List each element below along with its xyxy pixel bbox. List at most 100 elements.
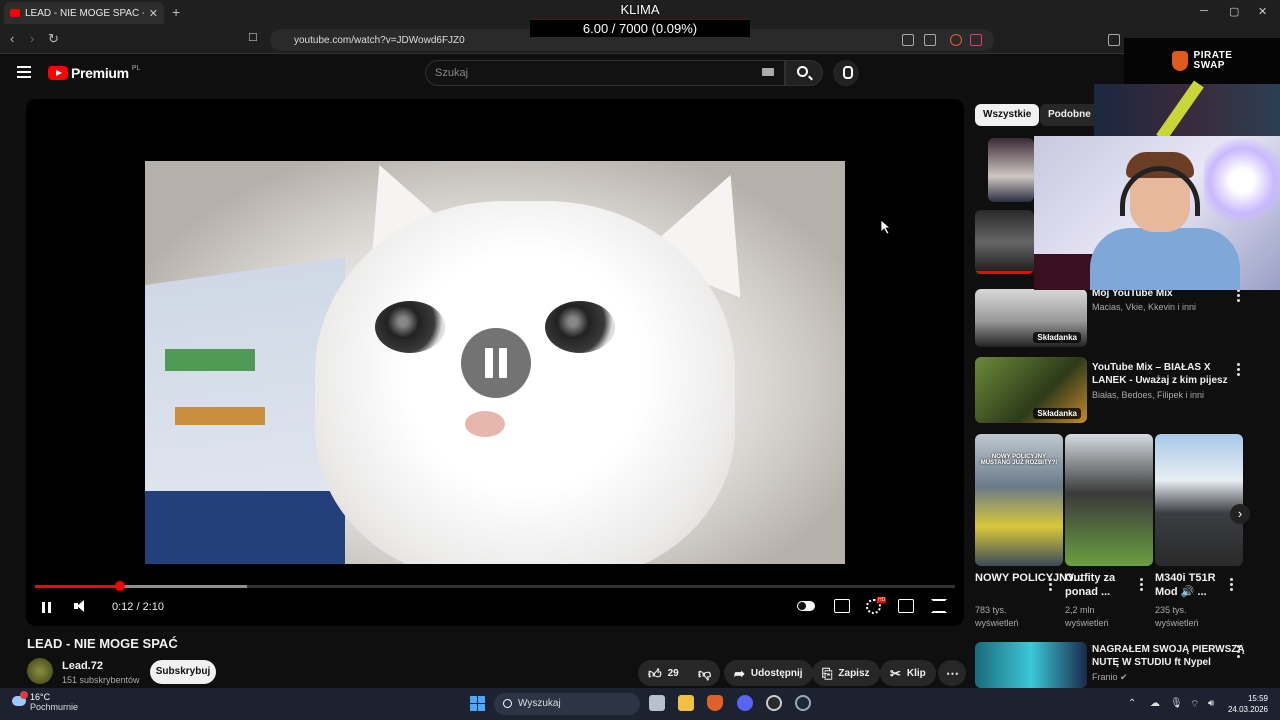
clip-button[interactable]: ✂ Klip — [880, 660, 936, 686]
steam-icon[interactable] — [795, 695, 811, 711]
short-title-line2[interactable]: Mod 🔊 ... — [1155, 586, 1207, 599]
short-title-line1[interactable]: Outfity za — [1065, 572, 1115, 585]
keyboard-icon[interactable] — [762, 68, 774, 76]
more-vert-icon[interactable] — [1237, 363, 1240, 378]
maximize-button[interactable]: ▢ — [1229, 5, 1239, 18]
wifi-icon[interactable]: ⌔ — [1190, 698, 1199, 711]
save-button[interactable]: ⎘ Zapisz — [812, 660, 880, 686]
save-label: Zapisz — [838, 667, 870, 679]
screen-bar-graphic — [165, 349, 255, 371]
short-thumbnail[interactable] — [1065, 434, 1153, 566]
search-button[interactable] — [785, 60, 823, 86]
brave-rewards-icon[interactable] — [970, 34, 982, 46]
scrubber-handle[interactable] — [114, 581, 125, 591]
weather-cloud-icon — [12, 691, 28, 706]
youtube-premium-logo[interactable]: Premium PL — [48, 65, 140, 81]
cast-icon[interactable] — [902, 34, 914, 46]
more-vert-icon[interactable] — [1140, 578, 1143, 593]
voice-search-button[interactable] — [833, 60, 859, 86]
klima-title: KLIMA — [620, 2, 660, 17]
channel-avatar[interactable] — [27, 658, 53, 684]
more-vert-icon[interactable] — [1049, 578, 1052, 593]
video-title-line2[interactable]: NUTĘ W STUDIU ft Nypel — [1092, 656, 1211, 669]
obs-icon[interactable] — [766, 695, 782, 711]
back-icon[interactable]: ‹ — [10, 31, 14, 46]
thumbs-up-icon: 👍︎ — [648, 665, 662, 681]
weather-widget[interactable]: 16°C Pochmurnie — [12, 691, 78, 712]
tray-overflow-icon[interactable]: ⌃ — [1128, 698, 1136, 709]
brave-browser-icon[interactable] — [707, 695, 723, 711]
theater-mode-icon[interactable] — [898, 599, 914, 613]
video-player[interactable]: 0:12 / 2:10 HD — [26, 99, 964, 626]
progress-bar[interactable] — [35, 581, 955, 591]
video-thumbnail[interactable] — [975, 642, 1087, 688]
file-explorer-icon[interactable] — [678, 695, 694, 711]
subscribe-button[interactable]: Subskrybuj — [150, 660, 216, 684]
hamburger-menu-icon[interactable] — [17, 66, 31, 81]
tab-close-icon[interactable]: ✕ — [149, 7, 158, 20]
thumbs-down-icon: 👎︎ — [698, 665, 712, 681]
share-button[interactable]: ➦ Udostępnij — [724, 660, 813, 686]
short-thumbnail[interactable] — [1155, 434, 1243, 566]
mix-title-line2[interactable]: LANEK - Uważaj z kim pijesz — [1092, 374, 1228, 387]
chip-all[interactable]: Wszystkie — [975, 104, 1040, 126]
speaker-icon[interactable]: 🔊︎ — [1208, 698, 1214, 709]
subtitles-icon[interactable] — [834, 599, 850, 613]
close-window-button[interactable]: ✕ — [1258, 5, 1267, 18]
taskbar-search[interactable]: Wyszukaj — [494, 693, 640, 715]
short-views: 2,2 mln — [1065, 605, 1095, 615]
extensions-icon[interactable] — [1108, 34, 1120, 46]
brave-shield-icon[interactable] — [950, 34, 962, 46]
settings-gear-icon[interactable]: HD — [866, 597, 887, 614]
video-title-line1[interactable]: NAGRAŁEM SWOJĄ PIERWSZĄ — [1092, 643, 1245, 656]
system-clock[interactable]: 15:59 24.03.2026 — [1228, 693, 1268, 715]
center-pause-icon[interactable] — [461, 328, 531, 398]
windows-start-icon[interactable] — [470, 696, 485, 711]
short-overlay-text: NOWY POLICYJNY MUSTANG JUŻ ROZBITY?! — [980, 454, 1058, 466]
dislike-button[interactable]: 👎︎ — [690, 660, 720, 686]
playlist-badge: Składanka — [1033, 332, 1081, 343]
new-tab-button[interactable]: + — [172, 4, 180, 20]
more-actions-button[interactable]: ⋯ — [938, 660, 966, 686]
more-vert-icon[interactable] — [1237, 645, 1240, 660]
bookmark-icon[interactable]: ☐ — [248, 31, 258, 44]
browser-tab-active[interactable]: LEAD - NIE MOGE SPAĆ - You ✕ — [4, 2, 164, 24]
pause-icon[interactable] — [41, 599, 53, 615]
streamer-webcam-overlay — [1034, 136, 1280, 290]
played-bar — [35, 585, 120, 588]
lamp-light-graphic — [1204, 136, 1280, 226]
mix-thumbnail[interactable]: Składanka — [975, 289, 1087, 347]
clock-date: 24.03.2026 — [1227, 705, 1268, 714]
minimize-button[interactable]: ─ — [1200, 5, 1208, 17]
short-thumbnail[interactable]: NOWY POLICYJNY MUSTANG JUŻ ROZBITY?! — [975, 434, 1063, 566]
url-text: youtube.com/watch?v=JDWowd6FJZ0 — [294, 34, 465, 46]
share-icon[interactable] — [924, 34, 936, 46]
reload-icon[interactable]: ↻ — [48, 31, 59, 47]
discord-icon[interactable] — [737, 695, 753, 711]
more-vert-icon[interactable] — [1237, 289, 1240, 304]
short-title-line1[interactable]: M340i T51R — [1155, 572, 1216, 585]
share-label: Udostępnij — [750, 667, 803, 679]
search-input[interactable]: Szukaj — [425, 60, 785, 86]
video-thumbnail[interactable] — [975, 210, 1034, 274]
channel-name[interactable]: Lead.72 — [62, 660, 103, 672]
more-vert-icon[interactable] — [1230, 578, 1233, 593]
short-views-label: wyświetleń — [975, 618, 1019, 628]
fullscreen-icon[interactable] — [931, 599, 947, 613]
mix-thumbnail[interactable]: Składanka — [975, 357, 1087, 423]
forward-icon[interactable]: › — [30, 31, 34, 46]
time-display: 0:12 / 2:10 — [112, 601, 164, 613]
autoplay-toggle[interactable] — [797, 601, 815, 611]
task-view-icon[interactable] — [649, 695, 665, 711]
hd-badge: HD — [877, 597, 887, 603]
cat-eye-right — [545, 301, 615, 353]
mix-title-line1[interactable]: YouTube Mix – BIAŁAS X — [1092, 361, 1211, 374]
shorts-next-button[interactable]: › — [1230, 504, 1250, 524]
video-thumbnail[interactable] — [988, 138, 1034, 202]
short-title-line2[interactable]: ponad ... — [1065, 586, 1110, 599]
onedrive-icon[interactable]: ☁ — [1150, 698, 1160, 709]
microphone-icon[interactable]: 🎙︎ — [1170, 698, 1183, 709]
like-button[interactable]: 👍︎ 29 — [638, 660, 690, 686]
chip-related[interactable]: Podobne — [1040, 104, 1099, 126]
volume-icon[interactable] — [74, 599, 88, 613]
